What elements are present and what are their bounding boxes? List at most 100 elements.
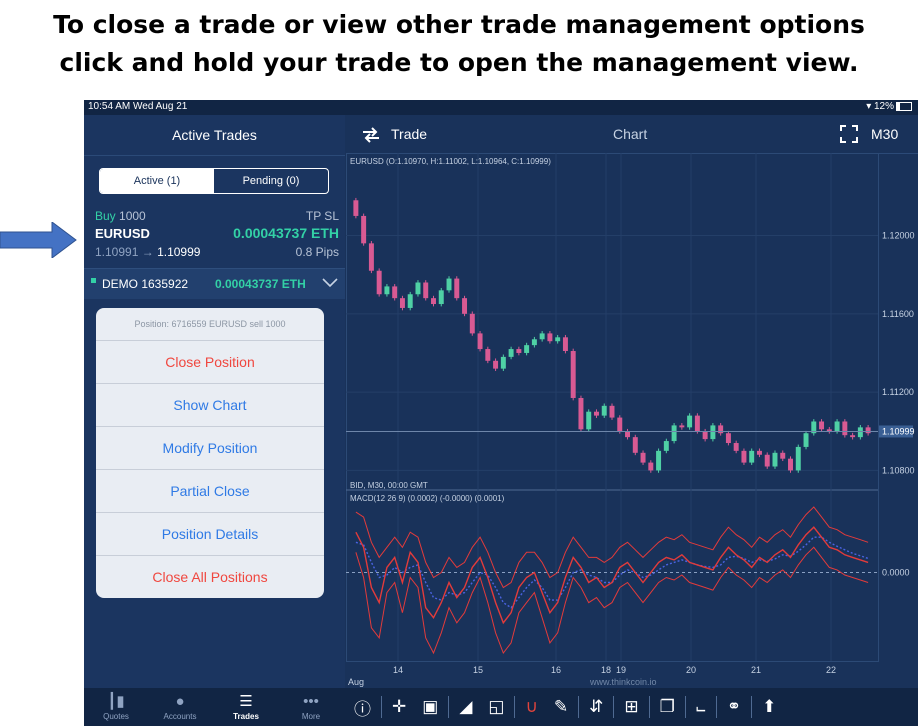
partial-close-button[interactable]: Partial Close: [96, 470, 324, 513]
candle-body: [756, 450, 762, 455]
link-icon[interactable]: ⚭: [727, 697, 741, 717]
bottom-tab-bar: ┃▮ Quotes ● Accounts ☰ Trades ••• More ⓘ…: [84, 688, 918, 726]
trade-side: Buy: [95, 209, 116, 223]
candle-body: [431, 298, 436, 305]
candle-body: [586, 411, 592, 430]
timeframe-selector[interactable]: M30: [871, 126, 898, 142]
candle-body: [601, 405, 607, 416]
candle-body: [772, 452, 778, 467]
candle-body: [562, 337, 568, 352]
trade-profit: 0.00043737 ETH: [233, 225, 339, 241]
fibonacci-icon[interactable]: ◱: [488, 697, 504, 717]
candle-body: [679, 425, 685, 428]
price-chart[interactable]: 14 15 16 18 19 20 21 22 Aug 1.12000 1.11600 1.11200…: [346, 153, 918, 688]
tab-accounts[interactable]: ● Accounts: [152, 688, 208, 726]
candle-body: [593, 411, 599, 416]
candle-body: [710, 425, 716, 440]
candle-body: [834, 421, 840, 432]
toolbar-separator: [613, 696, 615, 718]
candle-body: [578, 397, 584, 430]
candle-body: [500, 356, 506, 369]
show-chart-button[interactable]: Show Chart: [96, 384, 324, 427]
account-row[interactable]: DEMO 1635922 0.00043737 ETH: [84, 268, 345, 299]
price-axis-label: 1.11600: [882, 309, 914, 319]
current-price-label: 1.10999: [882, 426, 915, 436]
price-axis-label: 1.12000: [882, 231, 915, 241]
crosshair-icon[interactable]: ✛: [392, 697, 406, 717]
close-all-positions-button[interactable]: Close All Positions: [96, 556, 324, 598]
candle-body: [857, 427, 863, 438]
candle-body: [423, 282, 429, 299]
open-price: 1.10991 →: [95, 245, 154, 259]
candle-body: [625, 431, 631, 438]
toolbar-separator: [648, 696, 650, 718]
candle-body: [632, 437, 638, 453]
symbol-info-label: EURUSD (O:1.10970, H:1.11002, L:1.10964,…: [350, 157, 551, 166]
x-tick-label: 18: [601, 665, 611, 675]
chart-panel: Trade Chart M30 14 15 16 18 19 20 21 22 Aug 1.120…: [346, 115, 918, 688]
x-tick-label: 16: [551, 665, 561, 675]
trade-pips: 0.8 Pips: [295, 245, 339, 259]
macd-band-lower: [355, 546, 869, 655]
tab-quotes[interactable]: ┃▮ Quotes: [88, 688, 144, 726]
trade-button[interactable]: Trade: [391, 126, 427, 142]
share-icon[interactable]: ⬆: [762, 697, 776, 717]
candle-body: [570, 351, 576, 398]
x-tick-label: 20: [686, 665, 696, 675]
candle-body: [609, 405, 615, 418]
brand-watermark: www.thinkcoin.io: [590, 677, 657, 687]
rectangle-icon[interactable]: ▣: [422, 697, 438, 717]
candle-body: [368, 243, 374, 271]
candle-body: [407, 294, 413, 308]
modify-position-button[interactable]: Modify Position: [96, 427, 324, 470]
close-position-button[interactable]: Close Position: [96, 341, 324, 384]
candle-body: [547, 333, 553, 342]
tablet-screen: 10:54 AM Wed Aug 21 ▾ 12% Active Trades …: [84, 100, 918, 726]
tab-pending-trades[interactable]: Pending (0): [214, 169, 328, 193]
trade-row[interactable]: Buy 1000 TP SL EURUSD 0.00043737 ETH 1.1…: [84, 205, 345, 265]
panel-title: Active Trades: [84, 115, 345, 156]
position-details-button[interactable]: Position Details: [96, 513, 324, 556]
fullscreen-icon[interactable]: [840, 125, 858, 143]
copy-icon[interactable]: ❐: [660, 697, 675, 717]
status-right: ▾ 12%: [866, 101, 912, 112]
candle-body: [524, 345, 530, 353]
swap-arrows-icon[interactable]: [362, 127, 380, 143]
active-trades-panel: Active Trades Active (1) Pending (0) Buy…: [84, 115, 345, 726]
candle-body: [764, 454, 770, 467]
candle-body: [531, 339, 537, 346]
indicator-chart-icon[interactable]: ⨽: [696, 697, 706, 717]
popup-title: Position: 6716559 EURUSD sell 1000: [96, 308, 324, 341]
trades-icon: ☰: [239, 693, 253, 710]
battery-level: ▾ 12%: [866, 101, 894, 112]
sort-icon[interactable]: ⇵: [589, 697, 603, 717]
candle-body: [555, 337, 561, 342]
candle-body: [819, 421, 825, 430]
candle-body: [508, 349, 514, 357]
chart-header: Trade Chart M30: [346, 115, 918, 154]
macd-zero-label: 0.0000: [882, 567, 910, 577]
x-tick-label: 19: [616, 665, 626, 675]
tab-trades[interactable]: ☰ Trades: [218, 688, 274, 726]
candle-body: [617, 417, 623, 432]
instruction-caption: To close a trade or view other trade man…: [0, 6, 918, 82]
price-axis-label: 1.11200: [882, 387, 914, 397]
info-icon[interactable]: ⓘ: [354, 695, 371, 720]
candle-body: [842, 421, 848, 436]
chevron-down-icon[interactable]: [322, 278, 338, 288]
battery-icon: [896, 101, 912, 111]
trade-symbol: EURUSD: [95, 226, 150, 241]
candle-body: [493, 360, 499, 369]
status-bar: 10:54 AM Wed Aug 21 ▾ 12%: [84, 100, 918, 115]
candle-body: [656, 450, 662, 471]
chart-toolbar: ⓘ ✛ ▣ ◢ ◱ ∪ ✎ ⇵ ⊞ ❐ ⨽ ⚭ ⬆: [346, 688, 784, 726]
tab-active-trades[interactable]: Active (1): [100, 169, 214, 193]
pencil-icon[interactable]: ✎: [554, 697, 568, 717]
magnet-icon[interactable]: ∪: [525, 697, 537, 717]
grid-icon[interactable]: ⊞: [624, 697, 638, 717]
tab-more[interactable]: ••• More: [283, 688, 339, 726]
mountain-chart-icon[interactable]: ◢: [459, 697, 472, 717]
candle-body: [539, 333, 545, 340]
candle-body: [477, 333, 483, 350]
candle-body: [671, 425, 677, 442]
